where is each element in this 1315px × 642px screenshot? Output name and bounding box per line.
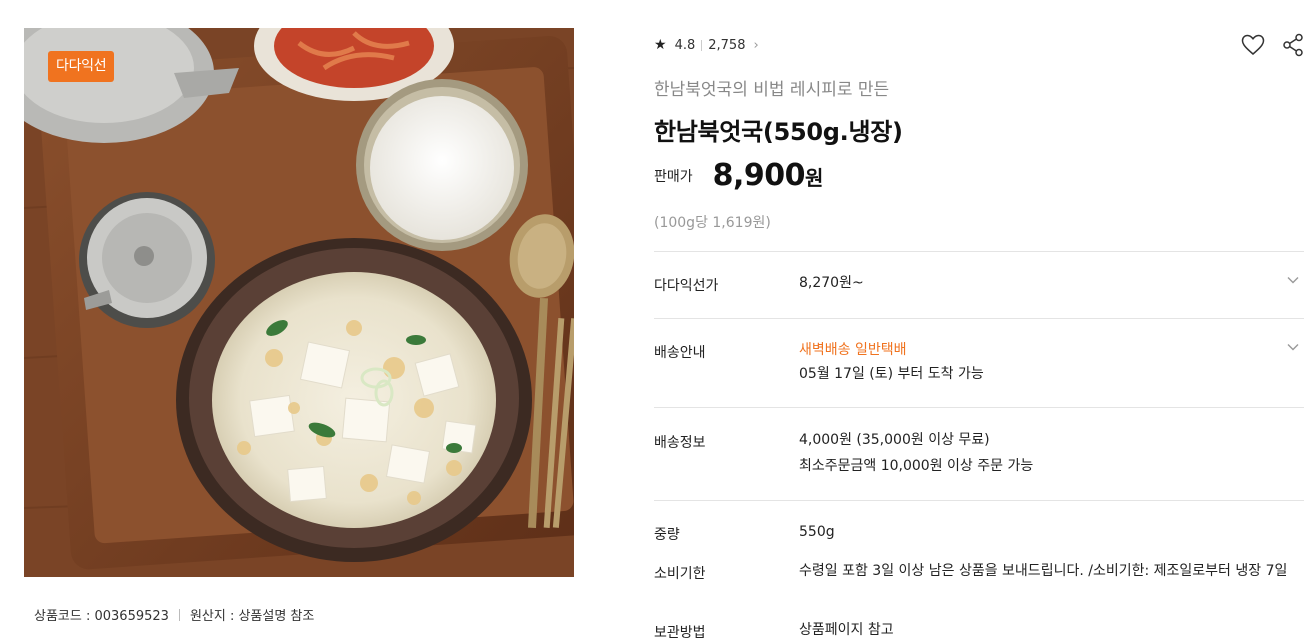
chevron-down-icon[interactable] [1286, 273, 1300, 287]
price-row: 판매가 8,900 원 [654, 158, 823, 193]
heart-icon [1241, 34, 1265, 55]
share-icon [1283, 33, 1303, 57]
weight-value: 550g [799, 524, 835, 540]
product-code: 상품코드 : 003659523 [34, 609, 169, 624]
bulk-price-value: 8,270원~ [799, 275, 864, 291]
divider [654, 251, 1304, 252]
storage-label: 보관방법 [654, 625, 706, 641]
product-meta: 상품코드 : 003659523 원산지 : 상품설명 참조 [34, 605, 314, 624]
share-button[interactable] [1280, 32, 1306, 58]
expiry-value: 수령일 포함 3일 이상 남은 상품을 보내드립니다. /소비기한: 제조일로부… [799, 563, 1288, 579]
product-image [24, 28, 574, 577]
unit-price: (100g당 1,619원) [654, 215, 771, 231]
meta-divider [178, 608, 180, 621]
rating-score: 4.8 [674, 37, 696, 53]
divider [654, 318, 1304, 319]
review-count: 2,758 [708, 37, 746, 53]
weight-label: 중량 [654, 527, 680, 543]
star-icon: ★ [654, 37, 667, 53]
price-label: 판매가 [654, 169, 693, 185]
arrival-date: 05월 17일 (토) 부터 도착 가능 [799, 366, 984, 382]
rating-summary[interactable]: ★ 4.8 2,758 › [654, 37, 759, 53]
promo-badge: 다다익선 [48, 51, 115, 82]
shipping-info-label: 배송정보 [654, 435, 706, 451]
product-title: 한남북엇국(550g.냉장) [654, 118, 903, 146]
product-subtitle: 한남북엇국의 비법 레시피로 만든 [654, 80, 890, 100]
chevron-right-icon: › [753, 37, 759, 53]
expiry-label: 소비기한 [654, 566, 706, 582]
divider [654, 500, 1304, 501]
product-photo [24, 28, 574, 577]
min-order: 최소주문금액 10,000원 이상 주문 가능 [799, 458, 1034, 474]
wishlist-button[interactable] [1240, 32, 1266, 58]
price-unit: 원 [805, 166, 824, 190]
price-value: 8,900 [712, 158, 806, 193]
storage-value: 상품페이지 참고 [799, 622, 894, 638]
origin-info: 원산지 : 상품설명 참조 [189, 609, 315, 624]
chevron-down-icon[interactable] [1286, 340, 1300, 354]
delivery-options: 새벽배송 일반택배 [799, 342, 907, 358]
product-info: ★ 4.8 2,758 › 한남북엇국의 비법 레시피로 만든 한남북엇국(55… [654, 0, 1304, 641]
top-actions [1240, 32, 1306, 58]
shipping-fee: 4,000원 (35,000원 이상 무료) [799, 432, 990, 448]
delivery-guide-label: 배송안내 [654, 345, 706, 361]
rating-divider [701, 39, 703, 51]
divider [654, 407, 1304, 408]
bulk-price-label: 다다익선가 [654, 278, 719, 294]
